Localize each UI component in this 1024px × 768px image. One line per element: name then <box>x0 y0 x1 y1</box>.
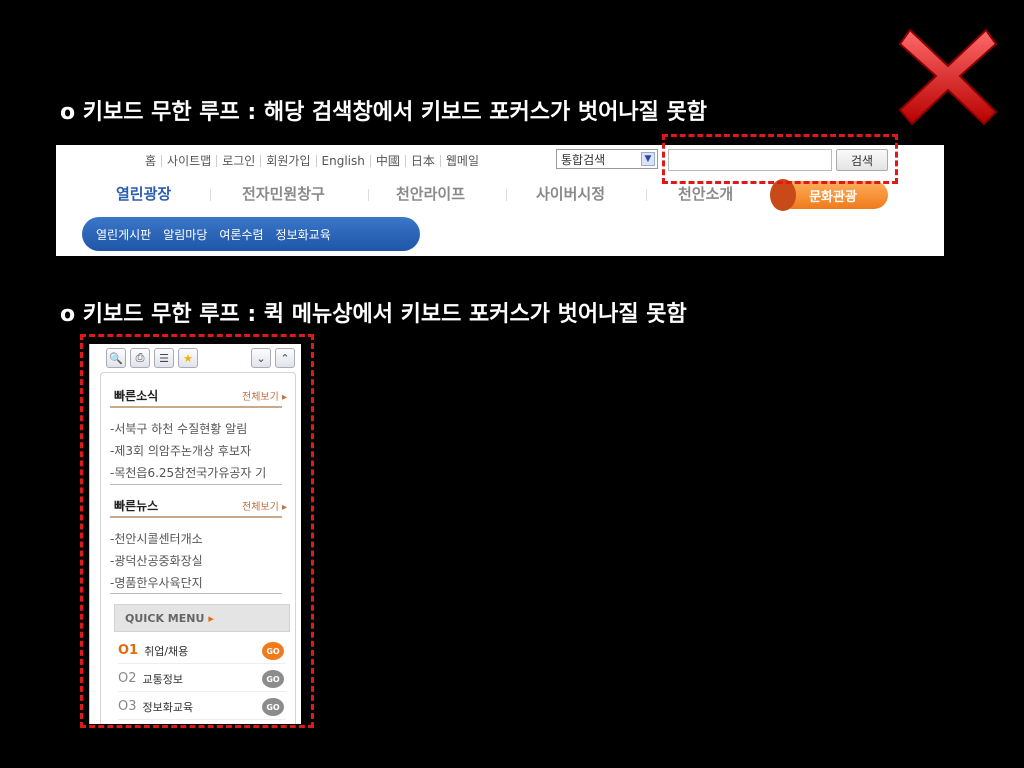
util-link-webmail[interactable]: 웹메일 <box>441 155 484 167</box>
utility-links: 홈 사이트맵 로그인 회원가입 English 中國 日本 웹메일 <box>140 150 484 172</box>
culture-tourism-label: 문화관광 <box>809 189 857 205</box>
sub-nav-item-it-education[interactable]: 정보화교육 <box>276 226 331 243</box>
caption-quickmenu-loop: o 키보드 무한 루프 : 퀵 메뉴상에서 키보드 포커스가 벗어나질 못함 <box>60 302 687 327</box>
search-type-value: 통합검색 <box>561 152 606 167</box>
util-link-chinese[interactable]: 中國 <box>371 155 406 167</box>
util-link-login[interactable]: 로그인 <box>217 155 262 167</box>
nav-item-about-cheonan[interactable]: 천안소개 <box>678 183 733 204</box>
sub-nav: 열린게시판 알림마당 여론수렴 정보화교육 <box>82 217 420 251</box>
util-link-home[interactable]: 홈 <box>140 155 163 167</box>
search-focus-highlight <box>662 134 898 184</box>
sub-nav-item-opinion[interactable]: 여론수렴 <box>219 226 263 243</box>
nav-item-cyber-city[interactable]: 사이버시정 <box>536 183 605 204</box>
search-type-select[interactable]: 통합검색 ▼ <box>556 149 658 169</box>
util-link-join[interactable]: 회원가입 <box>261 155 317 167</box>
caption-search-loop: o 키보드 무한 루프 : 해당 검색창에서 키보드 포커스가 벗어나질 못함 <box>60 100 707 125</box>
sub-nav-item-board[interactable]: 열린게시판 <box>96 226 151 243</box>
nav-divider <box>506 189 507 201</box>
quickmenu-focus-highlight <box>80 334 314 728</box>
nav-divider <box>210 189 211 201</box>
culture-tourism-button[interactable]: 문화관광 <box>770 179 888 211</box>
x-icon <box>898 28 998 126</box>
chevron-down-icon[interactable]: ▼ <box>641 152 655 166</box>
nav-item-cheonan-life[interactable]: 천안라이프 <box>396 183 465 204</box>
nav-divider <box>646 189 647 201</box>
nav-divider <box>368 189 369 201</box>
util-link-japanese[interactable]: 日本 <box>406 155 441 167</box>
util-link-sitemap[interactable]: 사이트맵 <box>162 155 218 167</box>
nav-item-civil-service[interactable]: 전자민원창구 <box>242 183 325 204</box>
nav-item-open-plaza[interactable]: 열린광장 <box>116 183 171 204</box>
util-link-english[interactable]: English <box>317 155 371 167</box>
sub-nav-item-notice[interactable]: 알림마당 <box>163 226 207 243</box>
